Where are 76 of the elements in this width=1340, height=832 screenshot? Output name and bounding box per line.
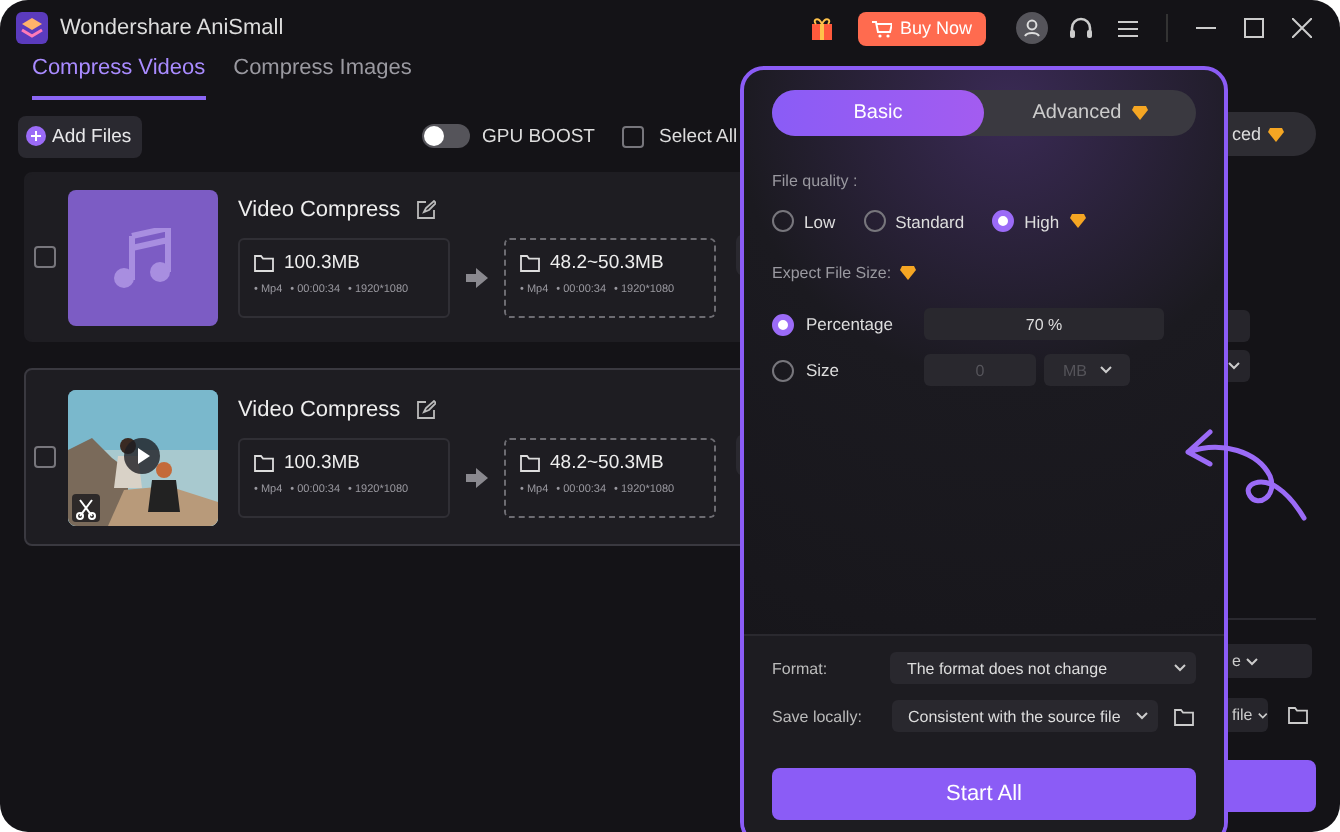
folder-icon — [520, 453, 540, 471]
app-logo-icon — [16, 12, 48, 44]
percentage-field[interactable]: 70 % — [924, 308, 1164, 340]
add-files-button[interactable]: Add Files — [18, 115, 142, 157]
value-field[interactable] — [1228, 310, 1250, 342]
tab-pill[interactable]: ced — [1228, 112, 1316, 156]
caret-icon — [1258, 711, 1268, 719]
file-size: 100.3MB — [284, 251, 361, 273]
file-name: Video Compress — [238, 397, 401, 421]
arrow-icon — [466, 467, 488, 487]
caret-icon — [1228, 362, 1240, 370]
dropdown-value: e — [1232, 652, 1241, 670]
folder-icon — [520, 253, 540, 271]
cart-icon — [871, 19, 892, 37]
row-checkbox[interactable] — [34, 246, 56, 268]
maximize-icon[interactable] — [1244, 18, 1264, 38]
start-button[interactable] — [1228, 760, 1316, 812]
plus-icon — [26, 126, 46, 146]
caret-icon — [1246, 657, 1259, 665]
diamond-icon — [899, 266, 916, 280]
menu-icon[interactable] — [1118, 19, 1138, 37]
unit-dropdown[interactable] — [1228, 350, 1250, 382]
avatar-icon[interactable] — [1016, 12, 1048, 44]
caret-icon — [1136, 712, 1148, 720]
edit-icon[interactable] — [416, 399, 437, 419]
folder-icon — [1174, 707, 1194, 725]
radio-button[interactable] — [772, 359, 794, 381]
minimize-icon[interactable] — [1196, 26, 1216, 30]
tab[interactable]: Compress Images — [233, 56, 412, 100]
file-size: 48.2~50.3MB — [550, 251, 664, 273]
mode-tab[interactable]: Basic — [772, 90, 984, 136]
radio-button[interactable] — [772, 313, 794, 335]
folder-icon — [254, 253, 274, 271]
file-size: 48.2~50.3MB — [550, 451, 664, 473]
diamond-icon — [1267, 127, 1284, 141]
radio-button[interactable] — [863, 210, 886, 232]
row-checkbox[interactable] — [34, 446, 56, 468]
mode-tab[interactable]: Advanced — [984, 90, 1196, 136]
tab[interactable]: Compress Videos — [32, 56, 206, 100]
folder-icon — [1288, 706, 1308, 724]
option-label: Percentage — [806, 314, 893, 334]
scissors-icon[interactable] — [72, 493, 100, 521]
option-label: High — [1024, 211, 1060, 231]
caret-icon — [1174, 664, 1186, 672]
format-dropdown[interactable]: The format does not change — [890, 652, 1196, 684]
caret-icon — [1099, 366, 1111, 374]
gpu-boost-toggle[interactable] — [422, 124, 470, 148]
play-icon[interactable] — [124, 437, 160, 473]
window-title: Wondershare AniSmall — [60, 16, 286, 40]
music-note-icon — [111, 227, 175, 287]
option-label: Low — [804, 211, 836, 231]
section-label: Expect File Size: — [772, 264, 892, 282]
dropdown-value: file — [1232, 706, 1253, 724]
start-all-button[interactable]: Start All — [772, 768, 1196, 820]
close-icon[interactable] — [1292, 18, 1312, 38]
save-location-dropdown[interactable]: Consistent with the source file — [892, 700, 1158, 732]
option-label: Standard — [895, 211, 965, 231]
field-label: Format: — [772, 659, 830, 677]
gift-icon[interactable] — [810, 16, 834, 40]
tab-label: ced — [1232, 124, 1262, 144]
edit-icon[interactable] — [416, 199, 437, 219]
save-dropdown[interactable]: file — [1228, 698, 1268, 732]
toggle-label: GPU BOOST — [482, 125, 595, 147]
headset-icon[interactable] — [1067, 15, 1093, 41]
file-size: 100.3MB — [284, 451, 361, 473]
radio-button[interactable] — [992, 210, 1015, 232]
radio-button[interactable] — [772, 210, 794, 232]
arrow-icon — [466, 267, 488, 287]
file-name: Video Compress — [238, 197, 401, 221]
option-label: Size — [806, 360, 840, 380]
select-all-checkbox[interactable] — [622, 125, 645, 147]
checkbox-label: Select All — [658, 125, 738, 147]
section-label: File quality : — [772, 172, 860, 190]
field-label: Save locally: — [772, 707, 864, 725]
folder-icon — [254, 453, 274, 471]
format-dropdown[interactable]: e — [1228, 644, 1312, 678]
